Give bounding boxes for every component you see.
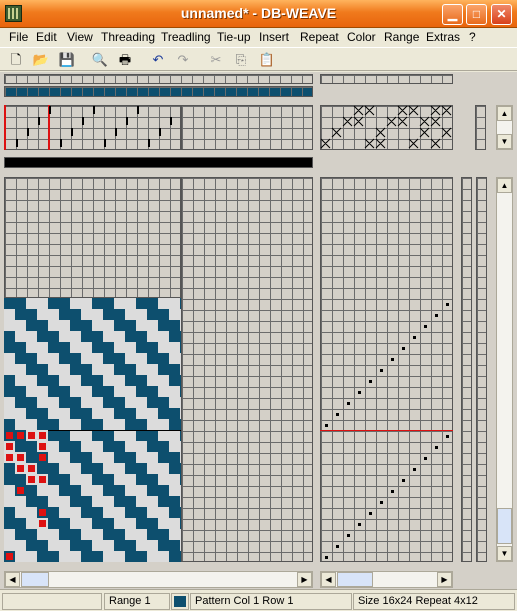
scroll-up-icon[interactable]: ▲ bbox=[497, 106, 512, 121]
open-icon[interactable]: 📂 bbox=[32, 51, 50, 69]
scroll-left-icon[interactable]: ◀ bbox=[5, 572, 20, 587]
treadle-ruler[interactable] bbox=[320, 74, 453, 84]
vertical-scrollbar[interactable]: ▲ ▼ bbox=[496, 177, 513, 562]
threading-marks bbox=[16, 106, 172, 147]
treadling-marks bbox=[325, 303, 449, 559]
weft-ruler-column[interactable] bbox=[476, 177, 487, 562]
status-empty bbox=[2, 593, 102, 610]
scroll-thumb[interactable] bbox=[337, 572, 373, 587]
weft-color-column[interactable] bbox=[461, 177, 472, 562]
warp-pattern-row[interactable] bbox=[4, 157, 313, 168]
horizontal-scrollbar-pattern[interactable]: ◀ ▶ bbox=[4, 571, 313, 588]
repeat-line bbox=[48, 430, 181, 431]
menu-help[interactable]: ? bbox=[469, 30, 476, 44]
status-color-swatch bbox=[171, 593, 189, 610]
menu-repeat[interactable]: Repeat bbox=[300, 30, 339, 44]
scroll-up-icon[interactable]: ▲ bbox=[497, 178, 512, 193]
scroll-down-icon[interactable]: ▼ bbox=[497, 546, 512, 561]
title-bar: unnamed* - DB-WEAVE ▁ □ ✕ bbox=[0, 0, 517, 28]
menu-bar: File Edit View Threading Treadling Tie-u… bbox=[0, 28, 517, 46]
paste-icon[interactable]: 📋 bbox=[258, 51, 276, 69]
menu-tie-up[interactable]: Tie-up bbox=[217, 30, 251, 44]
print-icon[interactable]: 🖶 bbox=[116, 51, 134, 69]
toolbar: 🗋 📂 💾 🔍 🖶 ↶ ↷ ✂ ⎘ 📋 bbox=[0, 47, 517, 71]
warp-color-row[interactable] bbox=[4, 86, 313, 97]
pattern-upper[interactable] bbox=[4, 177, 181, 298]
menu-edit[interactable]: Edit bbox=[36, 30, 57, 44]
status-range: Range 1 bbox=[104, 593, 170, 610]
status-bar: Range 1 Pattern Col 1 Row 1 Size 16x24 R… bbox=[0, 589, 517, 611]
undo-icon[interactable]: ↶ bbox=[149, 51, 167, 69]
warp-ruler[interactable] bbox=[4, 74, 313, 84]
print-preview-icon[interactable]: 🔍 bbox=[91, 51, 109, 69]
pattern-right[interactable] bbox=[181, 177, 313, 562]
scroll-right-icon[interactable]: ▶ bbox=[437, 572, 452, 587]
menu-threading[interactable]: Threading bbox=[101, 30, 155, 44]
new-icon[interactable]: 🗋 bbox=[7, 51, 25, 69]
scroll-thumb[interactable] bbox=[497, 508, 512, 544]
status-pattern: Pattern Col 1 Row 1 bbox=[190, 593, 352, 610]
menu-insert[interactable]: Insert bbox=[259, 30, 289, 44]
menu-range[interactable]: Range bbox=[384, 30, 419, 44]
menu-treadling[interactable]: Treadling bbox=[161, 30, 211, 44]
weave-editor: ▲ ▼ ▲ ▼ ◀ ▶ ◀ ▶ bbox=[0, 72, 517, 589]
status-size: Size 16x24 Repeat 4x12 bbox=[353, 593, 515, 610]
window-title: unnamed* - DB-WEAVE bbox=[180, 5, 337, 21]
menu-file[interactable]: File bbox=[9, 30, 28, 44]
tie-up-scrollbar[interactable]: ▲ ▼ bbox=[496, 105, 513, 150]
scroll-down-icon[interactable]: ▼ bbox=[497, 134, 512, 149]
menu-color[interactable]: Color bbox=[347, 30, 376, 44]
maximize-button[interactable]: □ bbox=[466, 4, 487, 25]
minimize-button[interactable]: ▁ bbox=[442, 4, 463, 25]
copy-icon[interactable]: ⎘ bbox=[232, 51, 250, 69]
menu-view[interactable]: View bbox=[67, 30, 93, 44]
save-icon[interactable]: 💾 bbox=[58, 51, 76, 69]
cut-icon[interactable]: ✂ bbox=[207, 51, 225, 69]
scroll-right-icon[interactable]: ▶ bbox=[297, 572, 312, 587]
redo-icon[interactable]: ↷ bbox=[174, 51, 192, 69]
tie-up-side[interactable] bbox=[475, 105, 486, 150]
horizontal-scrollbar-treadling[interactable]: ◀ ▶ bbox=[320, 571, 453, 588]
threading-grid-empty[interactable] bbox=[181, 105, 313, 150]
close-button[interactable]: ✕ bbox=[491, 4, 512, 25]
scroll-thumb[interactable] bbox=[21, 572, 49, 587]
menu-extras[interactable]: Extras bbox=[426, 30, 460, 44]
scroll-left-icon[interactable]: ◀ bbox=[321, 572, 336, 587]
tie-up-marks bbox=[320, 105, 452, 149]
